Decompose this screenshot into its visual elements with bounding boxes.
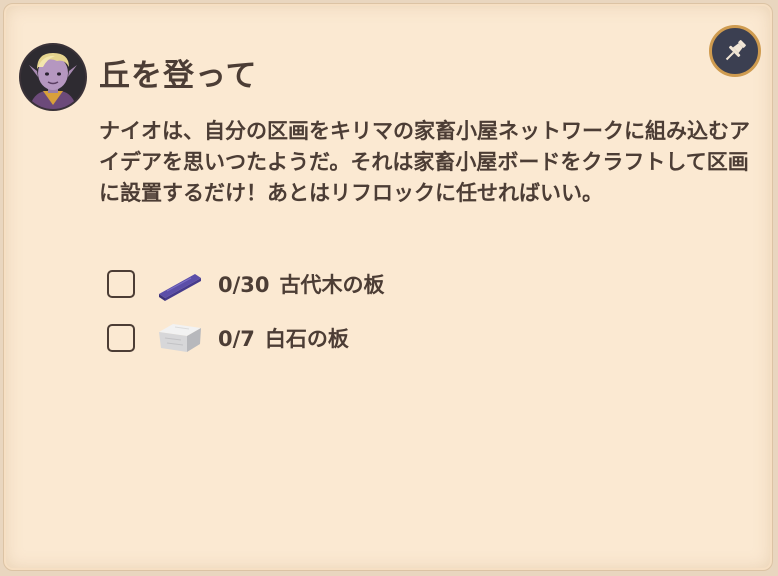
character-avatar <box>21 45 85 109</box>
objective-text: 0/30 古代木の板 <box>218 269 385 299</box>
quest-description: ナイオは、自分の区画をキリマの家畜小屋ネットワークに組み込むアイデアを思いつたよ… <box>99 119 750 205</box>
objective-item: 0/7 白石の板 <box>107 320 385 356</box>
objective-progress: 0/7 <box>218 327 255 351</box>
objective-item: 0/30 古代木の板 <box>107 266 385 302</box>
objective-item-name: 白石の板 <box>264 327 349 351</box>
objective-checkbox[interactable] <box>107 324 135 352</box>
character-portrait-icon <box>21 45 85 109</box>
quest-title: 丘を登って <box>99 58 258 94</box>
pushpin-icon <box>725 40 746 61</box>
quest-panel: 丘を登って ナイオは、自分の区画をキリマの家畜小屋ネットワークに組み込むアイデア… <box>3 3 773 571</box>
white-stone-slab-icon <box>159 324 201 352</box>
objective-text: 0/7 白石の板 <box>218 323 349 353</box>
objective-item-name: 古代木の板 <box>279 273 385 297</box>
objective-progress: 0/30 <box>218 273 270 297</box>
pin-button[interactable] <box>709 25 761 77</box>
wood-plank-icon <box>159 274 201 301</box>
objective-list: 0/30 古代木の板 0/7 白石の板 <box>107 266 385 374</box>
objective-checkbox[interactable] <box>107 270 135 298</box>
